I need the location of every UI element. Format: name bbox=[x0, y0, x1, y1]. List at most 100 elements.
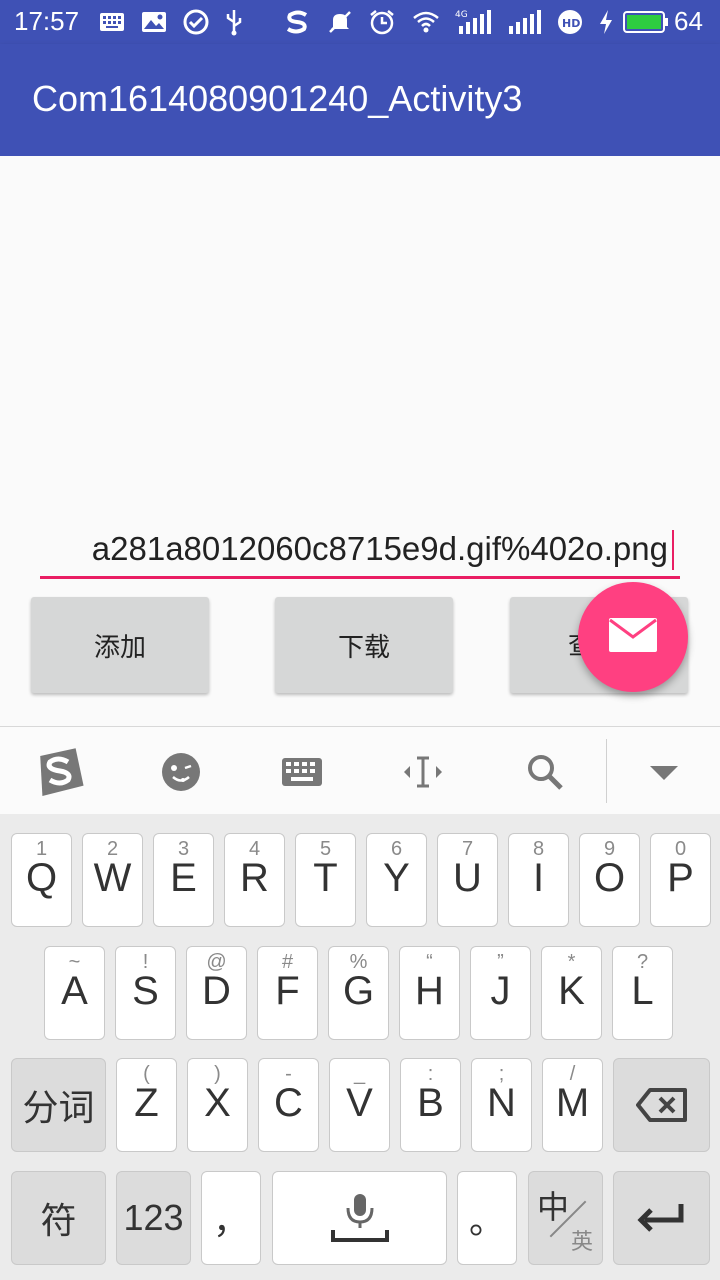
battery-icon bbox=[622, 8, 670, 36]
status-bar: 17:57 4G HD 64 bbox=[0, 0, 720, 44]
mic-icon bbox=[273, 1172, 446, 1264]
key-label: H bbox=[415, 969, 444, 1013]
key-label: B bbox=[417, 1081, 444, 1125]
app-bar: Com1614080901240_Activity3 bbox=[0, 44, 720, 156]
fenci-key[interactable]: 分词 bbox=[11, 1058, 106, 1152]
image-icon bbox=[140, 8, 168, 36]
key-label: Y bbox=[383, 856, 410, 900]
wifi-icon bbox=[412, 8, 440, 36]
key-m[interactable]: / M bbox=[542, 1058, 603, 1152]
key-q[interactable]: 1Q bbox=[11, 833, 72, 927]
key-t[interactable]: 5T bbox=[295, 833, 356, 927]
comma-key-label: ， bbox=[212, 1200, 249, 1241]
status-time: 17:57 bbox=[14, 6, 80, 36]
signal-icon bbox=[504, 8, 544, 36]
download-button[interactable]: 下载 bbox=[275, 597, 453, 693]
key-label: X bbox=[204, 1081, 231, 1125]
key-c[interactable]: -C bbox=[258, 1058, 319, 1152]
keyboard-toggle-icon[interactable] bbox=[275, 745, 329, 799]
toolbar-divider bbox=[606, 739, 607, 803]
key-l[interactable]: ? L bbox=[612, 946, 673, 1040]
url-input[interactable]: a281a8012060c8715e9d.gif%402o.png bbox=[40, 526, 680, 580]
key-k[interactable]: * K bbox=[541, 946, 602, 1040]
key-label: L bbox=[631, 969, 654, 1013]
app-title: Com1614080901240_Activity3 bbox=[32, 78, 523, 119]
key-label: O bbox=[593, 856, 626, 900]
add-button[interactable]: 添加 bbox=[31, 597, 209, 693]
key-label: P bbox=[667, 856, 694, 900]
emoji-icon[interactable] bbox=[154, 745, 208, 799]
key-w[interactable]: 2W bbox=[82, 833, 143, 927]
key-label: U bbox=[453, 856, 482, 900]
key-a[interactable]: ~ A bbox=[44, 946, 105, 1040]
key-label: T bbox=[313, 856, 338, 900]
mail-fab[interactable] bbox=[578, 582, 688, 692]
key-j[interactable]: ” J bbox=[470, 946, 531, 1040]
keyboard: 1Q2W3E4R5T6Y7U8I9O0P ~ A! S @ D # F% G “H” J * K? L … bbox=[0, 814, 720, 1280]
key-label: V bbox=[346, 1081, 373, 1125]
key-label: M bbox=[555, 1081, 590, 1125]
svg-text:HD: HD bbox=[562, 17, 580, 30]
key-label: N bbox=[487, 1081, 516, 1125]
enter-key[interactable] bbox=[613, 1171, 710, 1265]
key-b[interactable]: :B bbox=[400, 1058, 461, 1152]
key-e[interactable]: 3E bbox=[153, 833, 214, 927]
language-switch-key[interactable]: 中 英 bbox=[528, 1171, 603, 1265]
backspace-key[interactable] bbox=[613, 1058, 710, 1152]
key-o[interactable]: 9O bbox=[579, 833, 640, 927]
mail-icon bbox=[608, 617, 658, 657]
key-y[interactable]: 6Y bbox=[366, 833, 427, 927]
key-label: F bbox=[275, 969, 300, 1013]
key-p[interactable]: 0P bbox=[650, 833, 711, 927]
input-underline bbox=[40, 576, 680, 579]
key-s[interactable]: ! S bbox=[115, 946, 176, 1040]
key-x[interactable]: ) X bbox=[187, 1058, 248, 1152]
key-r[interactable]: 4R bbox=[224, 833, 285, 927]
key-d[interactable]: @ D bbox=[186, 946, 247, 1040]
key-h[interactable]: “H bbox=[399, 946, 460, 1040]
key-g[interactable]: % G bbox=[328, 946, 389, 1040]
sogou-icon bbox=[284, 8, 312, 36]
number-key-label: 123 bbox=[123, 1197, 184, 1238]
check-icon bbox=[182, 8, 210, 36]
space-mic-key[interactable] bbox=[272, 1171, 447, 1265]
key-f[interactable]: # F bbox=[257, 946, 318, 1040]
sogou-logo-icon[interactable] bbox=[33, 745, 87, 799]
url-input-text: a281a8012060c8715e9d.gif%402o.png bbox=[91, 530, 668, 567]
key-label: G bbox=[342, 969, 375, 1013]
symbol-key[interactable]: 符 bbox=[11, 1171, 106, 1265]
alarm-icon bbox=[368, 8, 396, 36]
charging-icon bbox=[596, 8, 616, 36]
keyboard-toolbar bbox=[0, 726, 720, 814]
main-content: a281a8012060c8715e9d.gif%402o.png 添加 下载 … bbox=[0, 156, 720, 726]
key-label: J bbox=[490, 969, 511, 1013]
symbol-key-label: 符 bbox=[40, 1200, 77, 1241]
period-key-label: 。 bbox=[468, 1200, 505, 1241]
cursor-move-icon[interactable] bbox=[396, 745, 450, 799]
language-en-label: 英 bbox=[571, 1229, 594, 1254]
enter-icon bbox=[614, 1172, 709, 1264]
key-n[interactable]: ; N bbox=[471, 1058, 532, 1152]
key-label: R bbox=[240, 856, 269, 900]
hd-icon: HD bbox=[556, 8, 584, 36]
search-icon[interactable] bbox=[518, 745, 572, 799]
key-label: D bbox=[202, 969, 231, 1013]
key-u[interactable]: 7U bbox=[437, 833, 498, 927]
key-i[interactable]: 8I bbox=[508, 833, 569, 927]
key-label: E bbox=[170, 856, 197, 900]
key-z[interactable]: (Z bbox=[116, 1058, 177, 1152]
key-label: A bbox=[61, 969, 88, 1013]
key-label: K bbox=[558, 969, 585, 1013]
key-v[interactable]: _ V bbox=[329, 1058, 390, 1152]
number-key[interactable]: 123 bbox=[116, 1171, 191, 1265]
signal-4g-icon: 4G bbox=[454, 8, 494, 36]
usb-icon bbox=[220, 8, 248, 36]
mute-icon bbox=[326, 8, 354, 36]
key-label: Q bbox=[25, 856, 58, 900]
text-cursor bbox=[672, 530, 674, 570]
comma-key[interactable]: ， bbox=[201, 1171, 261, 1265]
keyboard-icon bbox=[98, 8, 126, 36]
period-key[interactable]: 。 bbox=[457, 1171, 517, 1265]
collapse-icon[interactable] bbox=[637, 745, 691, 799]
backspace-icon bbox=[614, 1059, 709, 1151]
